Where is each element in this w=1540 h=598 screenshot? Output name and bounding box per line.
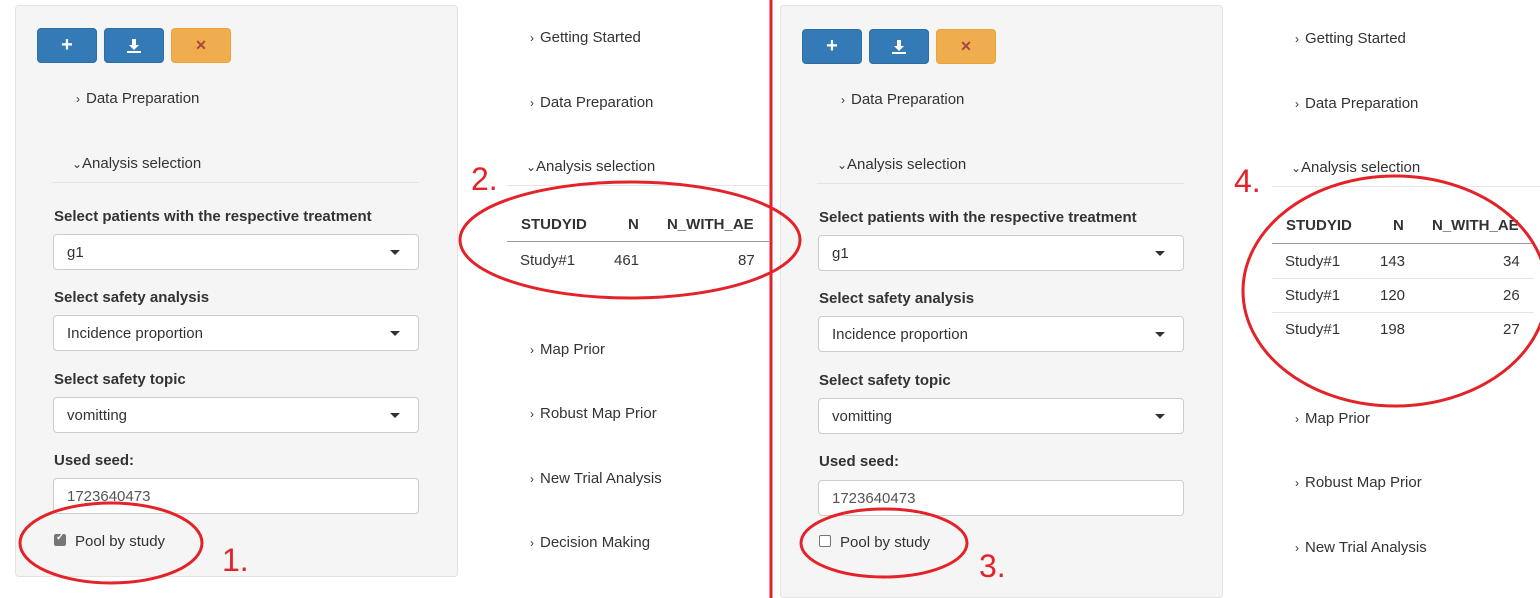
annotation-overlay <box>18 0 1540 598</box>
annotation-label-4: 4. <box>1234 163 1261 199</box>
annotation-ellipse-3 <box>799 507 969 579</box>
annotation-ellipse-1 <box>18 501 204 585</box>
annotation-label-3: 3. <box>979 548 1006 584</box>
annotation-ellipse-4 <box>1241 174 1540 408</box>
annotation-ellipse-2 <box>458 180 802 300</box>
annotation-label-1: 1. <box>222 542 249 578</box>
annotation-label-2: 2. <box>471 161 498 197</box>
